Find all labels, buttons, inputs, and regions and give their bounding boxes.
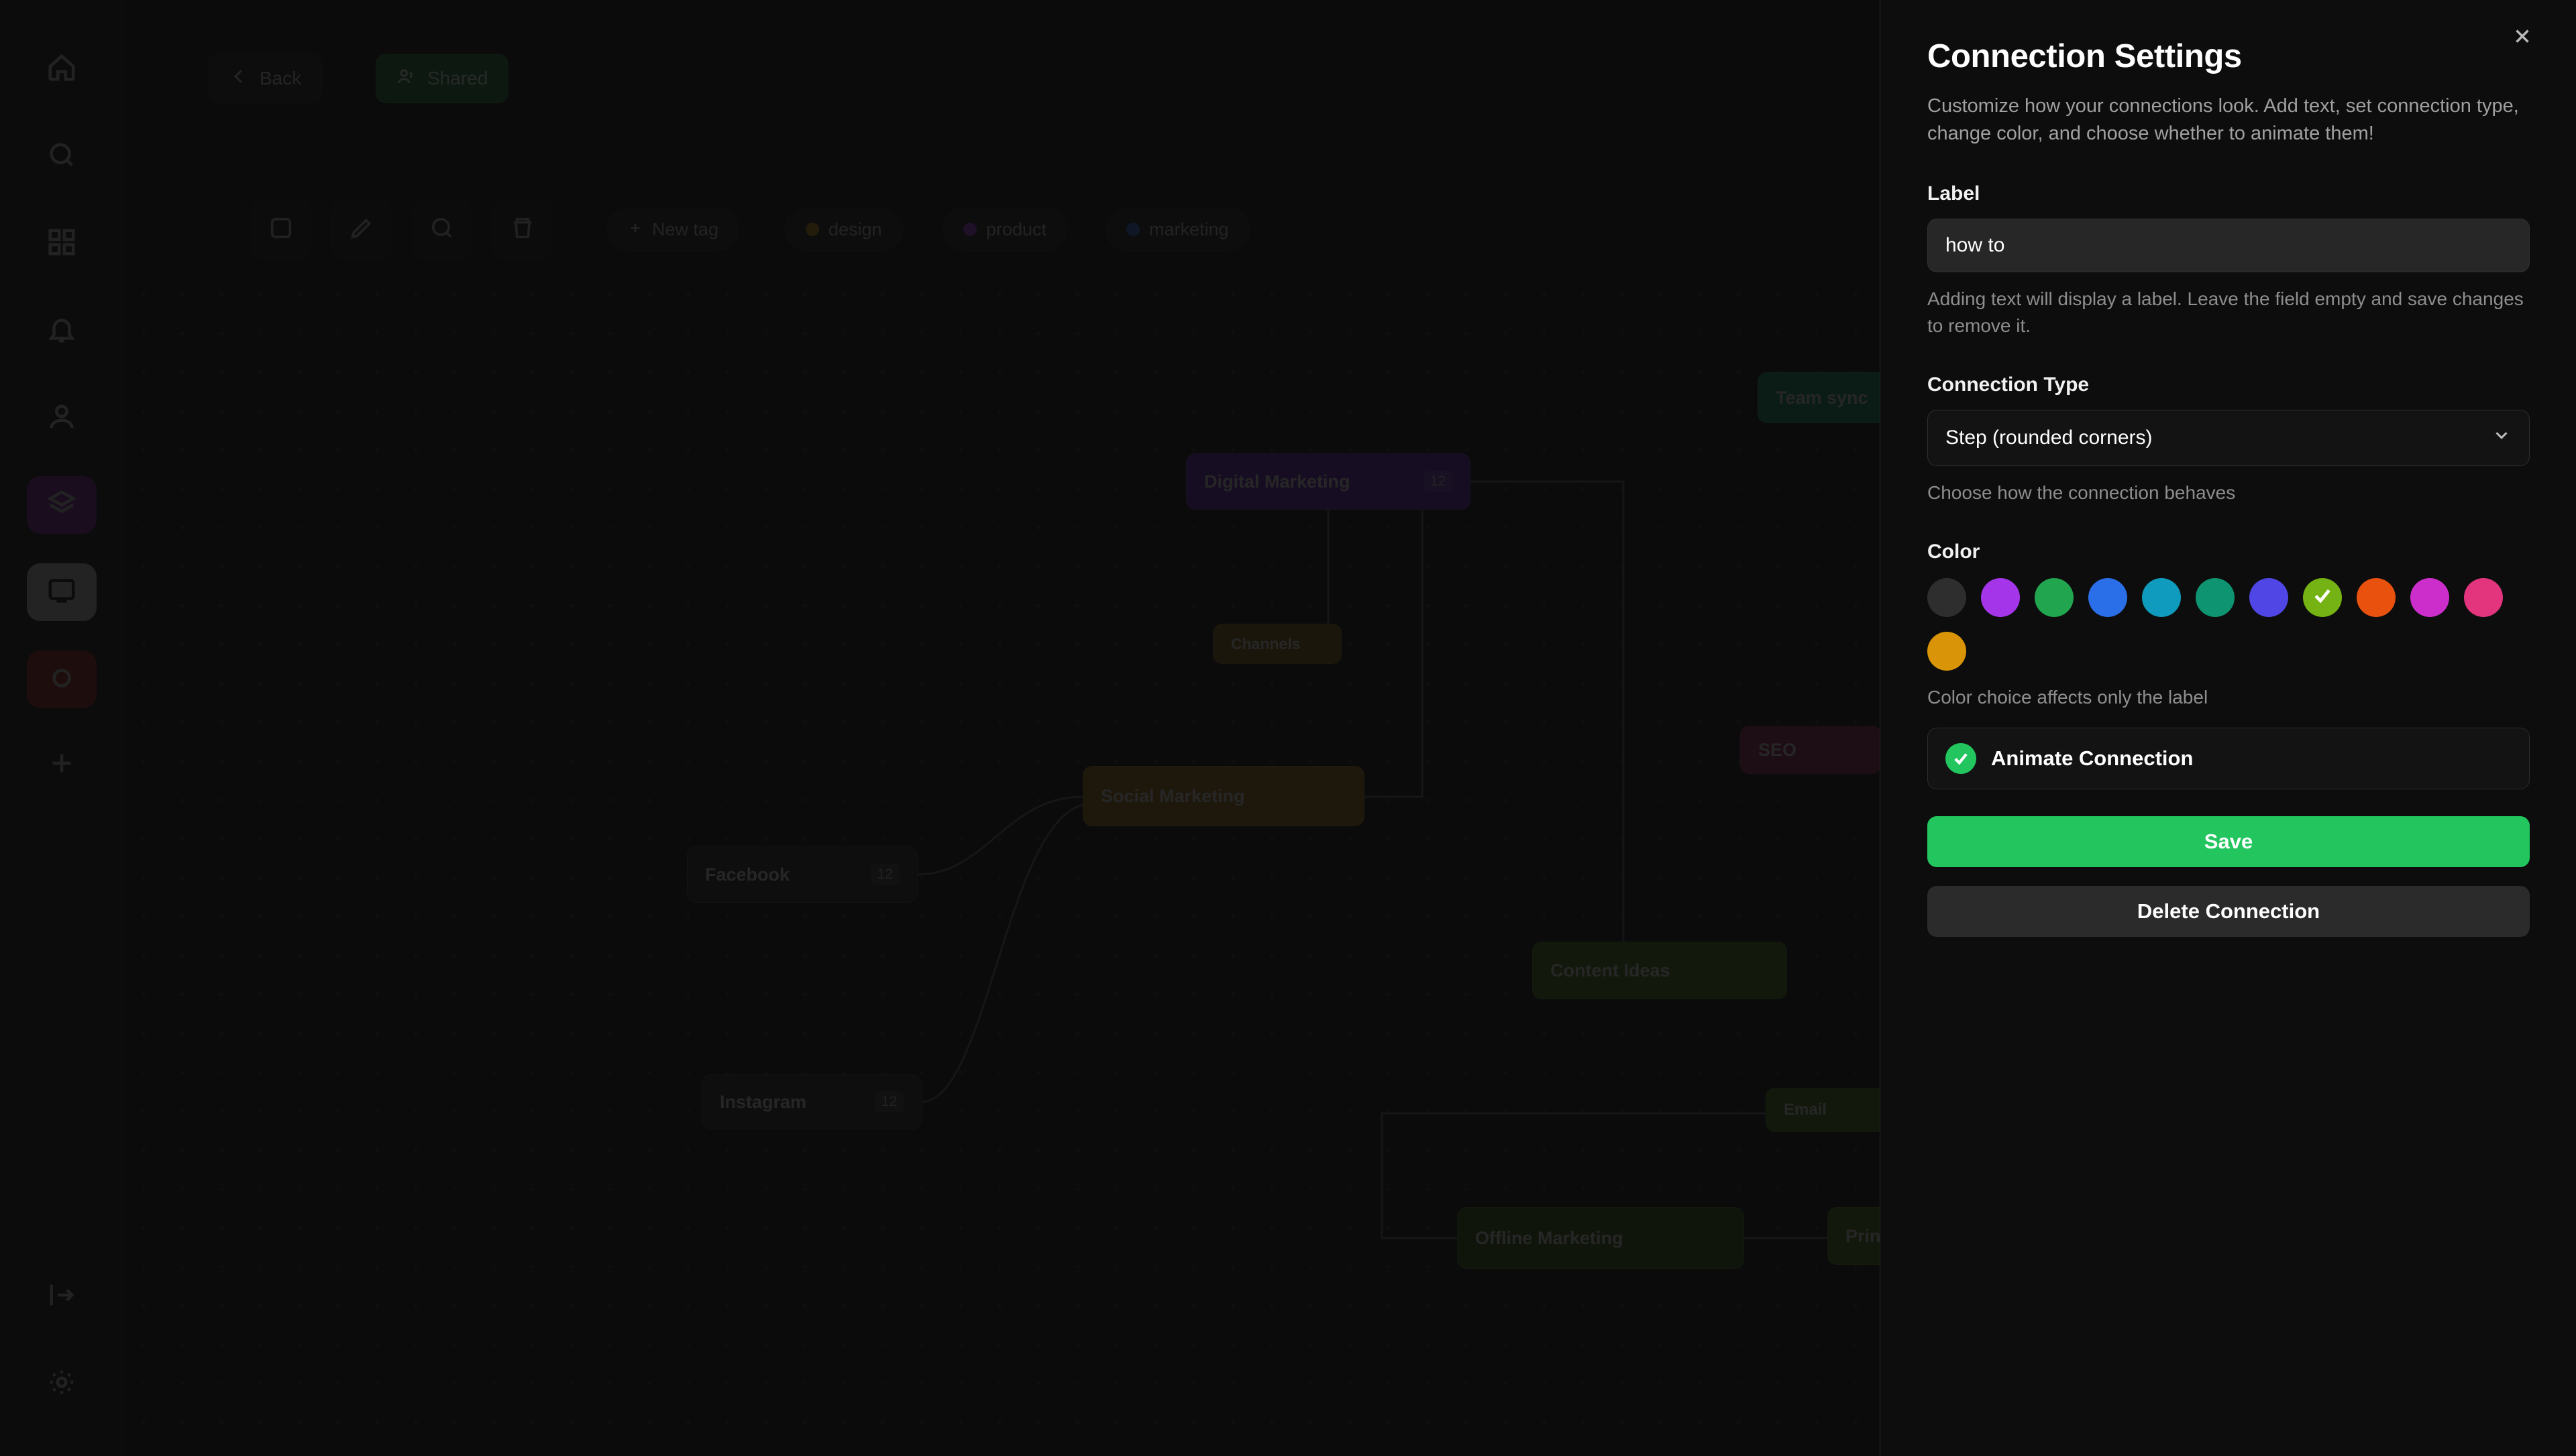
close-icon xyxy=(2511,25,2534,51)
node-team-sync[interactable]: Team sync xyxy=(1758,372,1880,423)
node-content-ideas[interactable]: Content Ideas xyxy=(1532,942,1787,999)
node-badge: 12 xyxy=(875,1091,904,1113)
label-field-label: Label xyxy=(1927,182,1980,205)
node-badge: 12 xyxy=(1424,471,1452,492)
delete-connection-button[interactable]: Delete Connection xyxy=(1927,886,2530,938)
animate-connection-toggle[interactable]: Animate Connection xyxy=(1927,728,2530,790)
color-swatch-indigo[interactable] xyxy=(2249,577,2288,617)
panel-description: Customize how your connections look. Add… xyxy=(1927,95,2519,145)
connection-type-value: Step (rounded corners) xyxy=(1945,426,2153,449)
connection-type-helper: Choose how the connection behaves xyxy=(1927,482,2236,503)
node-label: Instagram xyxy=(720,1091,807,1112)
node-label: SEO xyxy=(1758,739,1797,760)
save-button[interactable]: Save xyxy=(1927,816,2530,868)
color-swatch-amber[interactable] xyxy=(1927,631,1966,671)
color-label: Color xyxy=(1927,540,1980,563)
label-field-helper: Adding text will display a label. Leave … xyxy=(1927,288,2524,336)
color-helper: Color choice affects only the label xyxy=(1927,686,2208,708)
color-swatch-gray[interactable] xyxy=(1927,577,1966,617)
app-root: Back Shared New tag design product marke… xyxy=(0,0,2576,1456)
canvas-region: Back Shared New tag design product marke… xyxy=(0,0,1880,1456)
check-icon xyxy=(2311,584,2334,610)
node-facebook[interactable]: Facebook 12 xyxy=(687,846,918,903)
color-swatch-purple[interactable] xyxy=(1981,577,2020,617)
node-label: Offline Marketing xyxy=(1475,1227,1623,1248)
node-label: Email xyxy=(1784,1101,1827,1119)
animate-connection-label: Animate Connection xyxy=(1991,746,2194,771)
node-instagram[interactable]: Instagram 12 xyxy=(702,1074,922,1129)
checkbox-checked-icon xyxy=(1945,743,1976,775)
page-title: Connection Settings xyxy=(1927,38,2242,74)
node-social-marketing[interactable]: Social Marketing xyxy=(1083,766,1364,826)
color-swatch-blue[interactable] xyxy=(2088,577,2127,617)
connection-type-label: Connection Type xyxy=(1927,373,2090,396)
node-label: Channels xyxy=(1231,634,1301,653)
color-swatch-lime[interactable] xyxy=(2303,577,2342,617)
color-swatch-orange[interactable] xyxy=(2357,577,2396,617)
node-label: Print xyxy=(1845,1225,1880,1246)
chevron-down-icon xyxy=(2491,425,2512,451)
dimmed-overlay-content: Back Shared New tag design product marke… xyxy=(0,0,1880,1456)
connection-type-select[interactable]: Step (rounded corners) xyxy=(1927,409,2530,466)
connection-settings-panel: Connection Settings Customize how your c… xyxy=(1880,0,2576,1456)
label-input[interactable]: how to xyxy=(1927,219,2530,273)
color-swatch-cyan[interactable] xyxy=(2142,577,2181,617)
node-seo[interactable]: SEO xyxy=(1740,726,1880,774)
node-digital-marketing[interactable]: Digital Marketing 12 xyxy=(1186,453,1470,510)
color-swatch-pink[interactable] xyxy=(2464,577,2503,617)
node-print[interactable]: Print xyxy=(1827,1207,1880,1265)
node-label: Facebook xyxy=(705,864,790,885)
color-swatch-grid xyxy=(1927,577,2530,671)
color-swatch-green[interactable] xyxy=(2035,577,2074,617)
node-offline-marketing[interactable]: Offline Marketing xyxy=(1457,1207,1744,1269)
node-email[interactable]: Email xyxy=(1766,1088,1880,1132)
node-badge: 12 xyxy=(871,864,900,885)
node-channels[interactable]: Channels xyxy=(1213,624,1342,664)
node-label: Social Marketing xyxy=(1101,785,1245,806)
node-label: Content Ideas xyxy=(1550,960,1670,981)
node-label: Digital Marketing xyxy=(1204,471,1350,492)
close-panel-button[interactable] xyxy=(2504,19,2541,56)
color-swatch-teal[interactable] xyxy=(2196,577,2235,617)
color-swatch-magenta[interactable] xyxy=(2410,577,2449,617)
node-label: Team sync xyxy=(1776,387,1868,408)
